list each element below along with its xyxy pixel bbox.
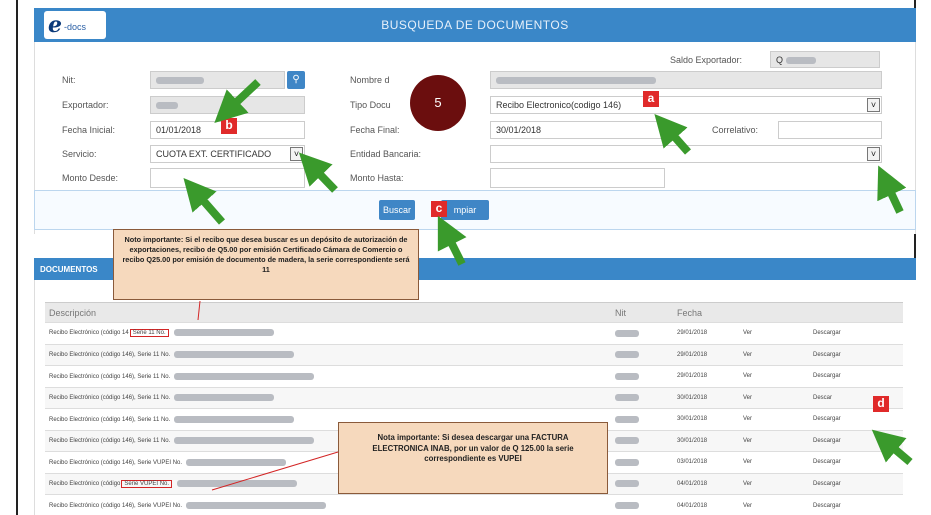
arrow-icon <box>214 79 261 123</box>
arrow-icon <box>298 152 338 193</box>
arrow-icon <box>654 114 691 155</box>
arrow-icon <box>183 177 226 225</box>
arrow-icon <box>871 429 913 466</box>
arrow-icon <box>877 165 907 214</box>
arrow-icon <box>437 215 467 266</box>
green-arrows <box>183 79 913 466</box>
